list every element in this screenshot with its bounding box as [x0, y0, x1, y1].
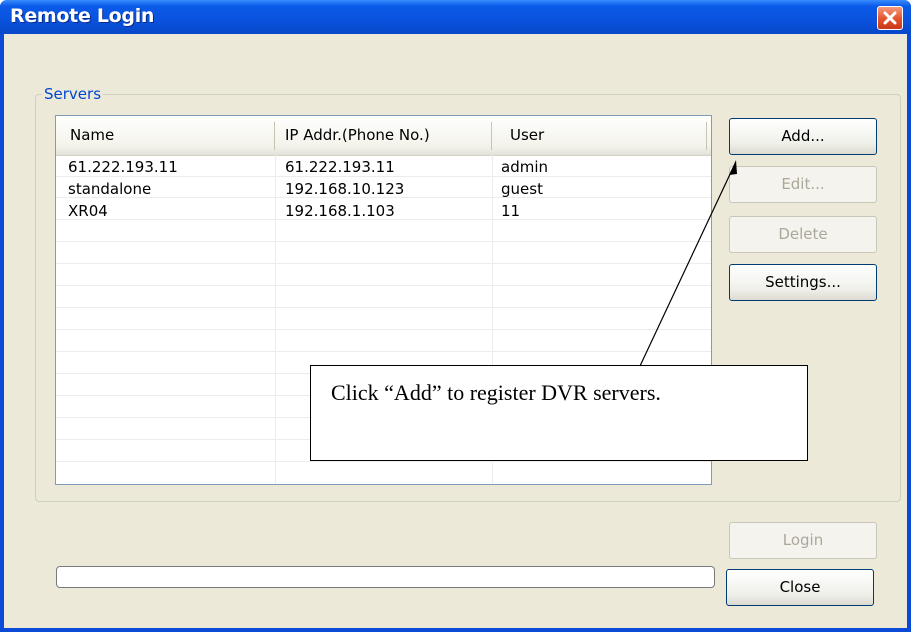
- annotation-arrow: [639, 160, 737, 367]
